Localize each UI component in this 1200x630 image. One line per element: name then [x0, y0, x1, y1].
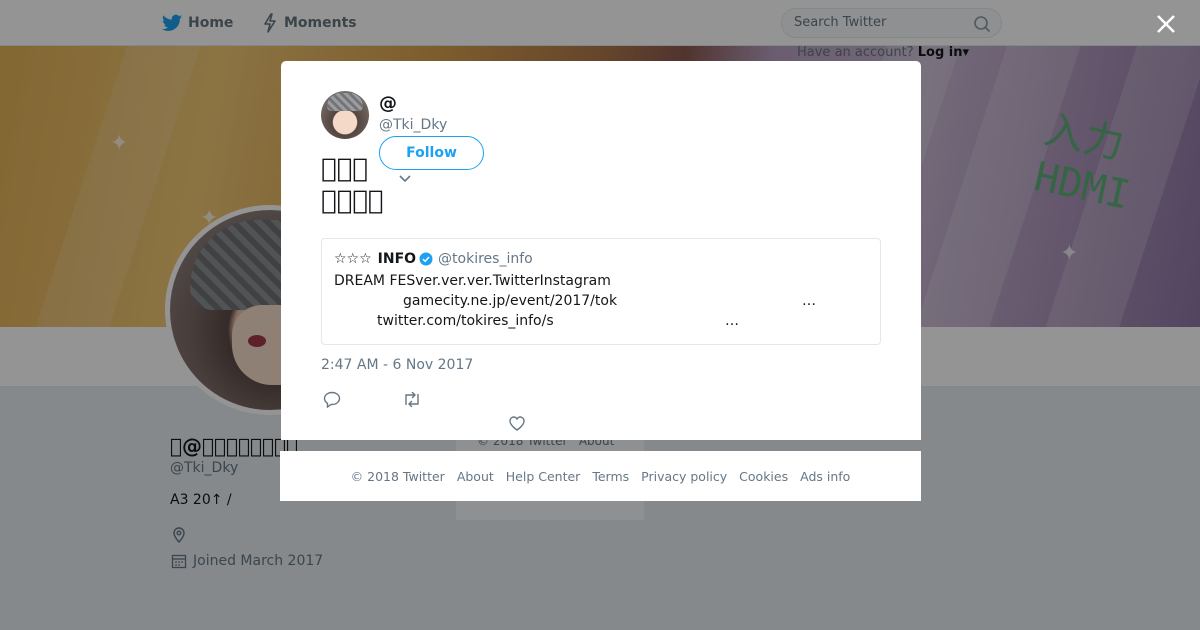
tweet-timestamp[interactable]: 2:47 AM - 6 Nov 2017	[321, 357, 473, 373]
footer-cookies[interactable]: Cookies	[739, 469, 788, 484]
quoted-text-line-1: DREAM FESver.ver.ver.TwitterInstagram	[334, 273, 611, 289]
tweet-author-handle[interactable]: @Tki_Dky	[379, 117, 447, 133]
quoted-author-handle: @tokires_info	[438, 251, 533, 267]
quoted-link-2[interactable]: twitter.com/tokires_info/s	[377, 313, 554, 329]
like-icon[interactable]	[509, 416, 525, 431]
tweet-text-line-2:     	[321, 186, 384, 216]
close-icon[interactable]	[1154, 12, 1178, 36]
footer-copyright[interactable]: © 2018 Twitter	[351, 469, 445, 484]
quoted-author-name: INFO	[377, 251, 417, 267]
quoted-author-stars: ☆☆☆	[334, 251, 372, 267]
footer-about[interactable]: About	[457, 469, 494, 484]
tweet-author-name[interactable]: @	[379, 93, 397, 114]
quoted-ellipsis-2: …	[725, 313, 739, 329]
footer-help-center[interactable]: Help Center	[506, 469, 581, 484]
quoted-ellipsis-1: …	[802, 293, 816, 309]
quoted-link-1[interactable]: gamecity.ne.jp/event/2017/tok	[403, 293, 617, 309]
footer-ads-info[interactable]: Ads info	[800, 469, 850, 484]
chevron-down-icon[interactable]	[398, 173, 412, 185]
reply-icon[interactable]	[323, 391, 341, 408]
footer-privacy[interactable]: Privacy policy	[641, 469, 727, 484]
follow-button[interactable]: Follow	[379, 136, 484, 170]
retweet-icon[interactable]	[402, 392, 422, 407]
quoted-tweet-header: ☆☆☆ INFO @tokires_info	[334, 251, 533, 267]
modal-footer: © 2018 Twitter About Help Center Terms P…	[280, 451, 921, 501]
tweet-modal: @ @Tki_Dky          Follow ☆☆☆ INFO @tok…	[281, 61, 921, 440]
verified-icon	[419, 252, 433, 266]
footer-terms[interactable]: Terms	[592, 469, 629, 484]
tweet-author-avatar[interactable]	[321, 91, 369, 139]
quoted-tweet[interactable]: ☆☆☆ INFO @tokires_info DREAM FESver.ver.…	[321, 238, 881, 345]
